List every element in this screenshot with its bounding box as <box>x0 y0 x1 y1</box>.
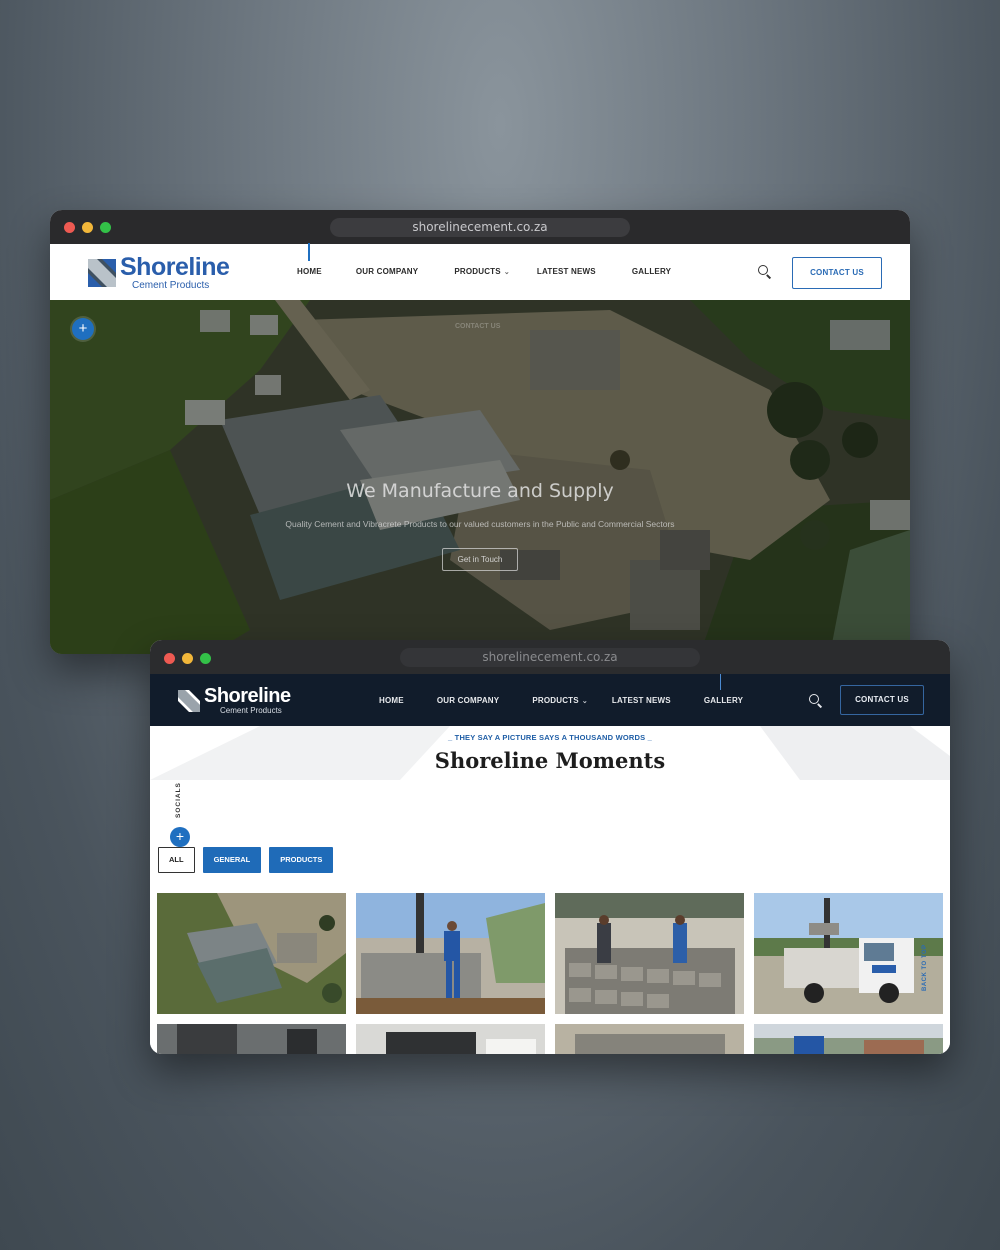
main-nav: HOME OUR COMPANY PRODUCTS ⌄ LATEST NEWS G… <box>379 674 743 705</box>
minimize-window-button[interactable] <box>82 222 93 233</box>
nav-latest-news[interactable]: LATEST NEWS <box>537 267 596 276</box>
gallery-section: _ THEY SAY A PICTURE SAYS A THOUSAND WOR… <box>150 726 950 1054</box>
gallery-image[interactable] <box>356 1024 545 1054</box>
gallery-image[interactable] <box>754 1024 943 1054</box>
chevron-down-icon: ⌄ <box>503 269 510 276</box>
section-eyebrow: _ THEY SAY A PICTURE SAYS A THOUSAND WOR… <box>448 733 652 742</box>
contact-us-button[interactable]: CONTACT US <box>840 685 924 715</box>
nav-gallery[interactable]: GALLERY <box>632 267 671 276</box>
get-in-touch-button[interactable]: Get in Touch <box>442 548 518 571</box>
hero-title: We Manufacture and Supply <box>346 480 614 502</box>
nav-our-company[interactable]: OUR COMPANY <box>356 267 419 276</box>
gallery-image[interactable] <box>157 893 346 1014</box>
socials-toggle-button[interactable]: + <box>72 318 94 340</box>
filter-products-button[interactable]: PRODUCTS <box>269 847 334 873</box>
nav-products-label: PRODUCTS <box>454 267 501 276</box>
socials-label: SOCIALS <box>175 782 182 818</box>
logo-mark-icon <box>88 259 116 287</box>
back-to-top-link[interactable]: BACK TO TOP <box>922 944 928 991</box>
search-icon[interactable] <box>809 694 823 708</box>
site-logo[interactable]: Shoreline Cement Products <box>88 253 230 291</box>
gallery-image[interactable] <box>754 893 943 1014</box>
nav-products-label: PRODUCTS <box>532 696 579 705</box>
filter-general-button[interactable]: GENERAL <box>202 847 262 873</box>
nav-home[interactable]: HOME <box>379 696 404 705</box>
nav-products[interactable]: PRODUCTS ⌄ <box>532 696 588 705</box>
window-controls <box>64 222 111 233</box>
hero-ghost-contact-label: CONTACT US <box>455 323 501 330</box>
contact-us-button[interactable]: CONTACT US <box>792 257 882 289</box>
window-controls <box>164 653 211 664</box>
hero-subtitle: Quality Cement and Vibracrete Products t… <box>285 519 675 529</box>
site-logo[interactable]: Shoreline Cement Products <box>178 686 291 715</box>
logo-name: Shoreline <box>204 685 291 707</box>
main-nav: HOME OUR COMPANY PRODUCTS ⌄ LATEST NEWS G… <box>297 243 671 276</box>
filter-all-button[interactable]: ALL <box>158 847 195 873</box>
gallery-image[interactable] <box>555 893 744 1014</box>
hero-banner: CONTACT US We Manufacture and Supply Qua… <box>50 300 910 654</box>
nav-gallery[interactable]: GALLERY <box>704 674 743 705</box>
nav-latest-news[interactable]: LATEST NEWS <box>612 696 671 705</box>
browser-window-gallery: shorelinecement.co.za Shoreline Cement P… <box>150 640 950 1054</box>
chevron-down-icon: ⌄ <box>581 698 588 705</box>
window-titlebar: shorelinecement.co.za <box>150 640 950 674</box>
site-header: Shoreline Cement Products HOME OUR COMPA… <box>50 243 910 300</box>
nav-home[interactable]: HOME <box>297 243 322 276</box>
section-eyebrow-text: THEY SAY A PICTURE SAYS A THOUSAND WORDS <box>454 733 646 742</box>
minimize-window-button[interactable] <box>182 653 193 664</box>
site-header: Shoreline Cement Products HOME OUR COMPA… <box>150 674 950 726</box>
maximize-window-button[interactable] <box>100 222 111 233</box>
socials-toggle-button[interactable]: + <box>170 827 190 847</box>
close-window-button[interactable] <box>64 222 75 233</box>
section-title: Shoreline Moments <box>434 748 666 773</box>
nav-our-company[interactable]: OUR COMPANY <box>437 696 500 705</box>
logo-mark-icon <box>178 689 200 712</box>
address-bar[interactable]: shorelinecement.co.za <box>330 218 630 237</box>
logo-name: Shoreline <box>120 253 230 281</box>
address-bar[interactable]: shorelinecement.co.za <box>400 648 700 667</box>
close-window-button[interactable] <box>164 653 175 664</box>
gallery-image[interactable] <box>157 1024 346 1054</box>
hero-overlay <box>50 300 910 654</box>
logo-tagline: Cement Products <box>132 280 210 291</box>
maximize-window-button[interactable] <box>200 653 211 664</box>
nav-products[interactable]: PRODUCTS ⌄ <box>454 267 510 276</box>
browser-window-home: shorelinecement.co.za Shoreline Cement P… <box>50 210 910 654</box>
gallery-image[interactable] <box>555 1024 744 1054</box>
gallery-image[interactable] <box>356 893 545 1014</box>
logo-tagline: Cement Products <box>220 706 282 715</box>
gallery-filters: ALL GENERAL PRODUCTS <box>158 847 334 873</box>
window-titlebar: shorelinecement.co.za <box>50 210 910 244</box>
search-icon[interactable] <box>758 265 772 279</box>
